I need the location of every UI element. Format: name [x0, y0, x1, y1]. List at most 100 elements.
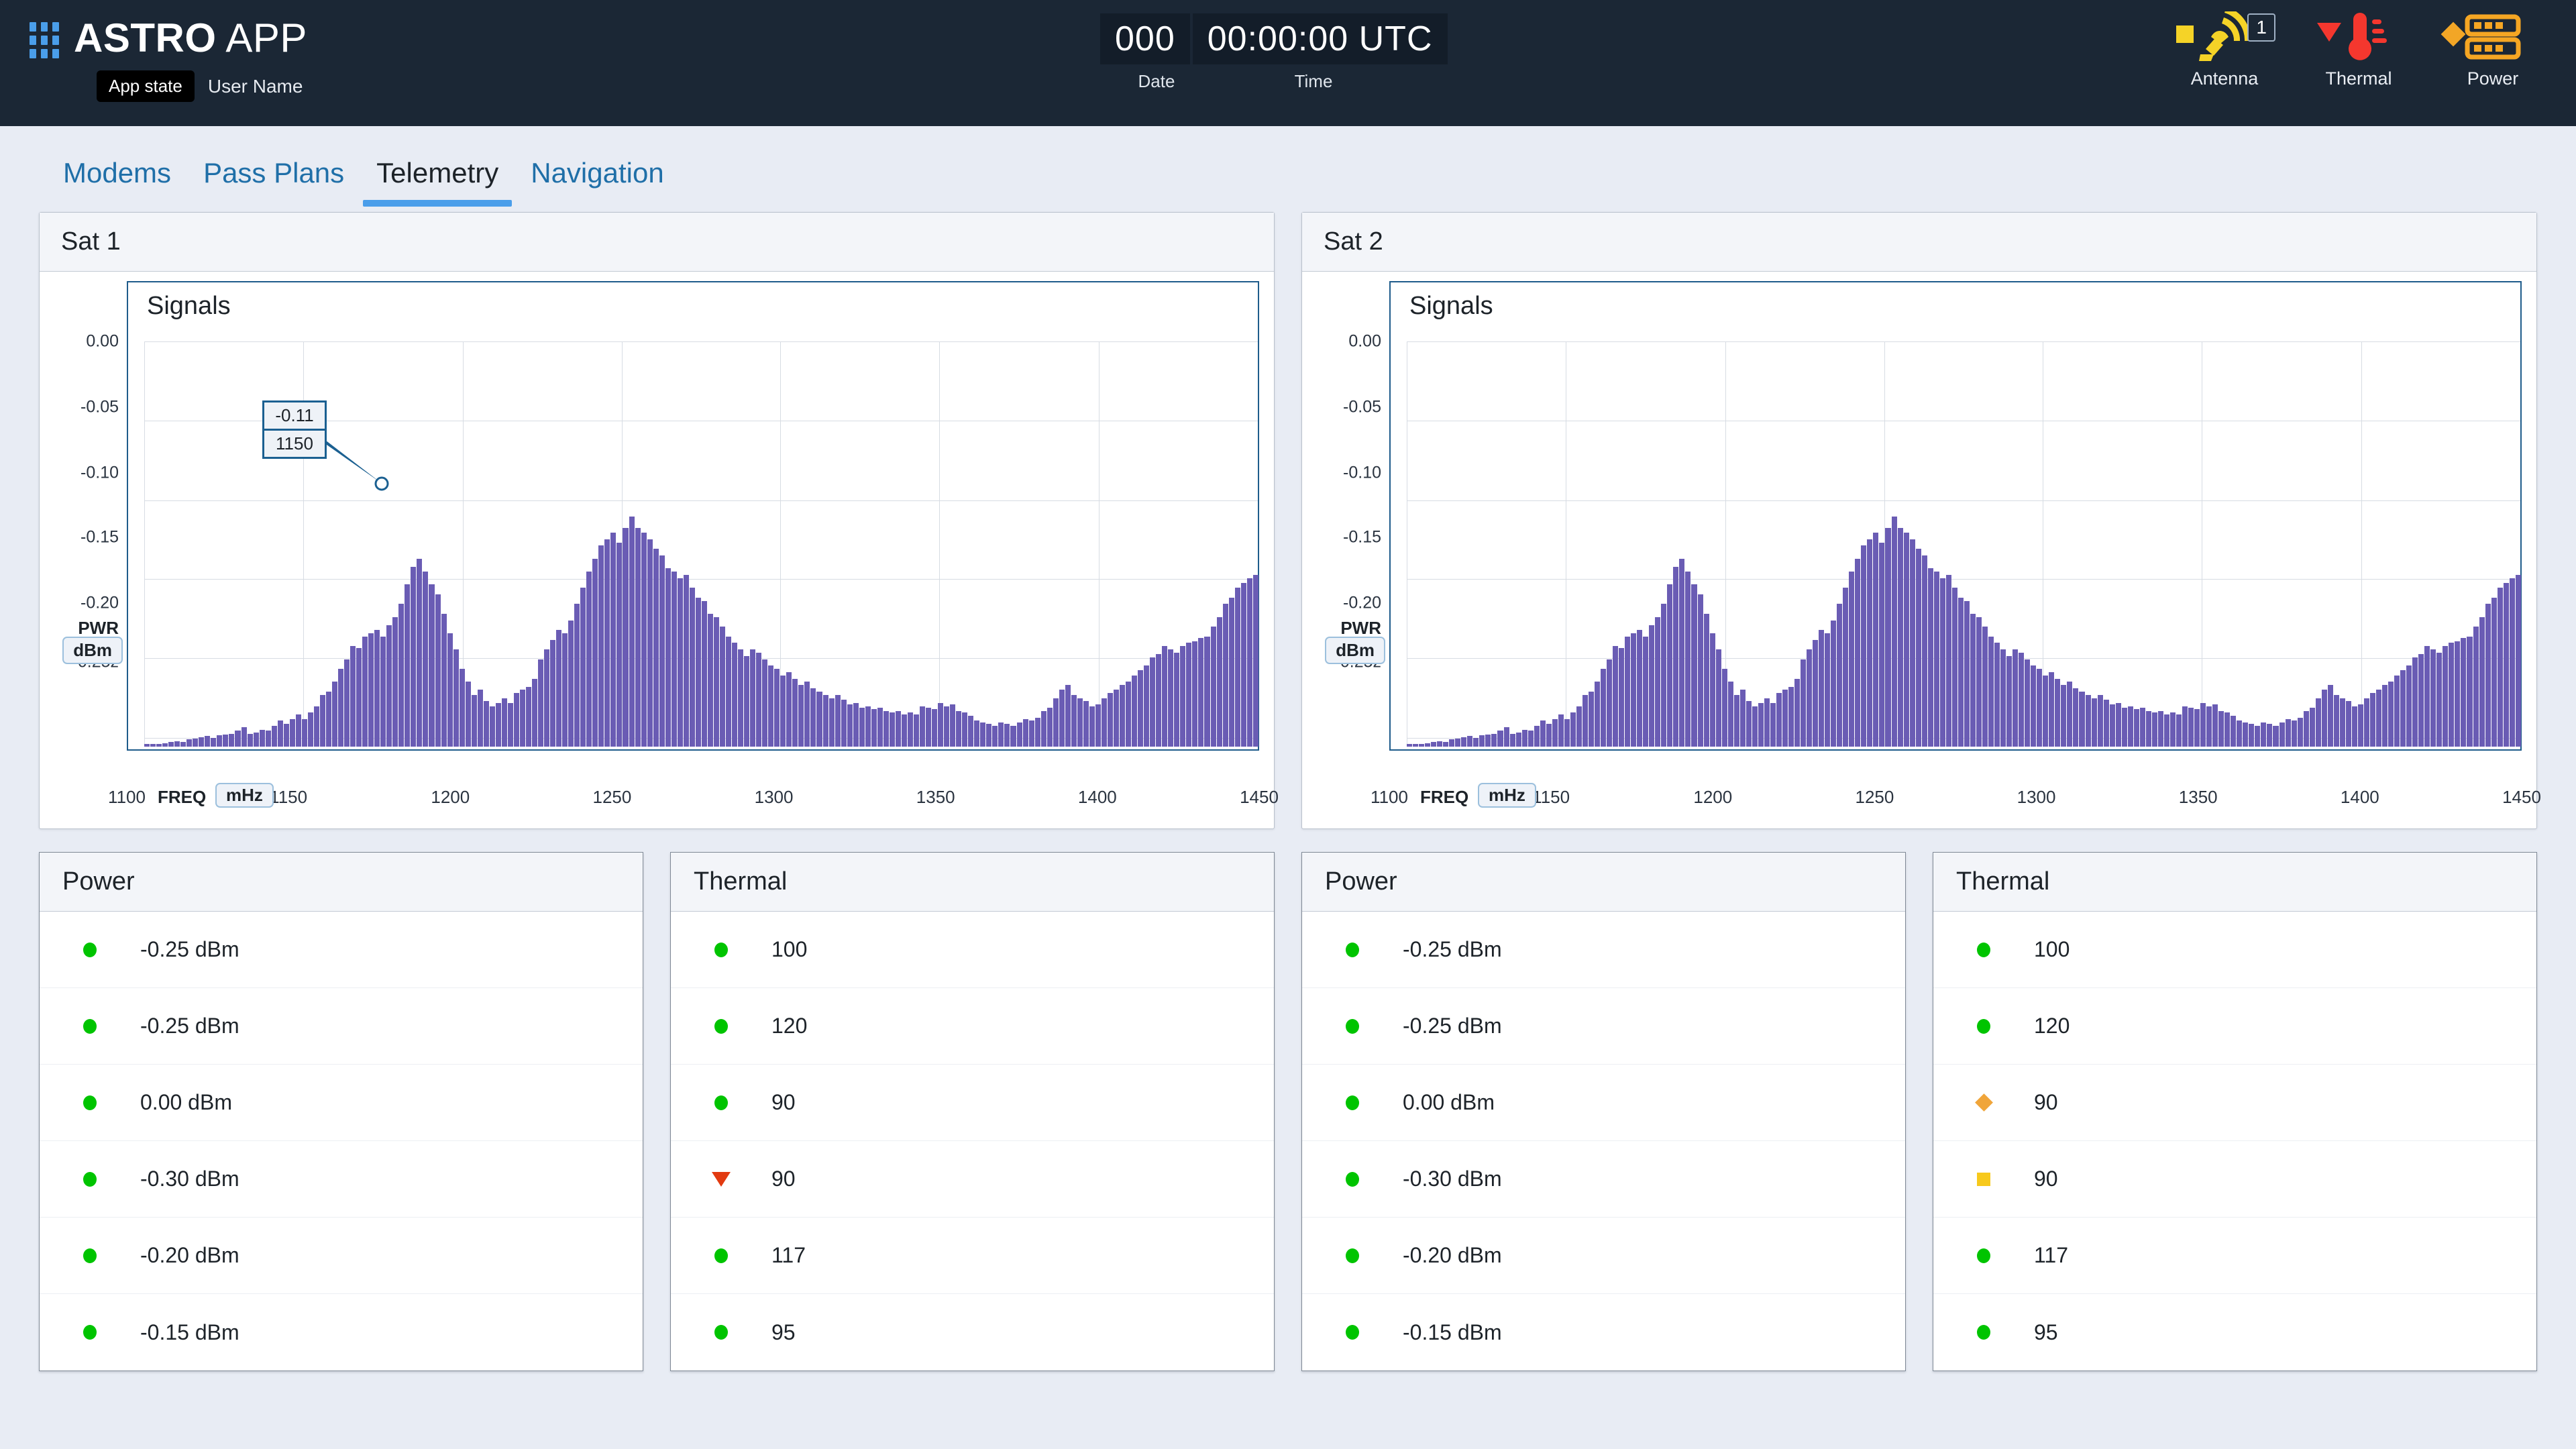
y-axis-tick: -0.15 — [80, 527, 119, 547]
spectrum-bar — [1733, 694, 1739, 747]
spectrum-bar — [1180, 646, 1186, 747]
spectrum-bar — [1437, 741, 1443, 747]
spectrum-bar — [2249, 724, 2255, 747]
chart-card-body: 0.00-0.05-0.10-0.15-0.20-0.25zPWRdBmSign… — [1302, 272, 2541, 822]
spectrum-bar — [1782, 690, 1788, 747]
spectrum-bar — [1939, 578, 1945, 747]
brand-row: ASTRO APP — [30, 15, 307, 61]
table-row[interactable]: -0.25 dBm — [40, 912, 643, 988]
spectrum-bar — [2061, 685, 2067, 747]
table-row[interactable]: 0.00 dBm — [40, 1065, 643, 1141]
spectrum-bar — [1138, 670, 1144, 747]
x-unit-button[interactable]: mHz — [1478, 783, 1536, 808]
app-state-chip: App state — [97, 70, 195, 102]
spectrum-bar — [744, 655, 750, 747]
spectrum-bar — [2218, 710, 2224, 747]
clock-labels: Date Time — [1100, 71, 1414, 92]
value-cell: -0.30 dBm — [140, 1167, 239, 1191]
value-cell: 95 — [2034, 1320, 2058, 1344]
spectrum-bar — [277, 720, 283, 747]
spectrum-bar — [1570, 712, 1576, 747]
y-unit-button[interactable]: dBm — [62, 637, 123, 664]
table-row[interactable]: -0.30 dBm — [40, 1141, 643, 1218]
spectrum-bar — [1673, 566, 1679, 747]
table-row[interactable]: -0.20 dBm — [1302, 1218, 1905, 1294]
spectrum-bar — [1794, 678, 1801, 747]
table-row[interactable]: -0.15 dBm — [1302, 1294, 1905, 1371]
table-row[interactable]: 90 — [1933, 1141, 2536, 1218]
table-row[interactable]: 120 — [1933, 988, 2536, 1065]
spectrum-bar — [2079, 691, 2085, 747]
table-row[interactable]: 90 — [671, 1141, 1274, 1218]
chart-card-title: Sat 1 — [40, 213, 1274, 272]
spectrum-bar — [2031, 665, 2037, 747]
spectrum-bar — [2194, 709, 2200, 747]
spectrum-bar — [1825, 633, 1831, 747]
spectrum-bar — [1046, 708, 1053, 747]
spectrum-bar — [677, 578, 683, 747]
spectrum-bar — [598, 545, 604, 747]
table-row[interactable]: 95 — [671, 1294, 1274, 1371]
user-name-label[interactable]: User Name — [208, 76, 303, 97]
app-launcher-grid-icon[interactable] — [30, 21, 59, 58]
y-axis-tick: -0.15 — [1343, 527, 1381, 547]
status-item-thermal[interactable]: Thermal — [2305, 11, 2412, 89]
table-row[interactable]: -0.25 dBm — [1302, 912, 1905, 988]
y-unit-button[interactable]: dBm — [1325, 637, 1385, 664]
table-row[interactable]: -0.15 dBm — [40, 1294, 643, 1371]
tab-pass-plans[interactable]: Pass Plans — [187, 157, 360, 207]
table-row[interactable]: 100 — [1933, 912, 2536, 988]
status-cell — [671, 1018, 771, 1034]
spectrum-bar — [750, 649, 756, 747]
status-item-antenna[interactable]: 1 Antenna — [2171, 6, 2278, 89]
spectrum-bar — [174, 741, 180, 747]
spectrum-bar — [1576, 706, 1582, 747]
plot-frame[interactable]: Signals — [1389, 281, 2522, 751]
x-unit-button[interactable]: mHz — [215, 783, 274, 808]
value-cell: -0.25 dBm — [1403, 937, 1502, 961]
status-item-power[interactable]: Power — [2439, 11, 2546, 89]
spectrum-bar — [544, 649, 550, 747]
spectrum-bar — [1198, 638, 1204, 747]
spectrum-bar — [2103, 699, 2109, 747]
spectrum-bar — [574, 604, 580, 747]
app-header: ASTRO APP App state User Name 000 00:00:… — [0, 0, 2576, 126]
spectrum-bar — [459, 669, 465, 747]
spectrum-bar — [538, 659, 544, 747]
alert-count-badge[interactable]: 1 — [2247, 13, 2275, 42]
plot-frame[interactable]: Signals -0.11 1150 — [127, 281, 1259, 751]
value-cell: -0.25 dBm — [140, 1014, 239, 1038]
grid-area — [1407, 341, 2521, 747]
spectrum-bar — [1521, 729, 1527, 747]
y-axis-tick: 0.00 — [86, 331, 119, 351]
antenna-icon — [2194, 6, 2255, 66]
table-row[interactable]: 117 — [1933, 1218, 2536, 1294]
table-row[interactable]: -0.30 dBm — [1302, 1141, 1905, 1218]
table-row[interactable]: -0.20 dBm — [40, 1218, 643, 1294]
spectrum-bar — [659, 555, 665, 747]
spectrum-bar — [2115, 702, 2121, 747]
value-cell: 120 — [2034, 1014, 2070, 1038]
table-row[interactable]: -0.25 dBm — [40, 988, 643, 1065]
table-row[interactable]: 90 — [671, 1065, 1274, 1141]
spectrum-bar — [1649, 625, 1655, 747]
table-row[interactable]: 95 — [1933, 1294, 2536, 1371]
table-row[interactable]: 90 — [1933, 1065, 2536, 1141]
spectrum-bar — [2327, 685, 2333, 747]
spectrum-bar — [629, 516, 635, 747]
status-circle-icon — [714, 1325, 728, 1340]
tab-navigation[interactable]: Navigation — [515, 157, 680, 207]
spectrum-bar — [1837, 604, 1843, 747]
spectrum-bar — [386, 625, 392, 747]
spectrum-bar — [2473, 627, 2479, 747]
tab-modems[interactable]: Modems — [47, 157, 187, 207]
spectrum-bar — [2188, 708, 2194, 747]
tab-telemetry[interactable]: Telemetry — [360, 157, 515, 207]
table-row[interactable]: 100 — [671, 912, 1274, 988]
table-row[interactable]: 117 — [671, 1218, 1274, 1294]
table-row[interactable]: 120 — [671, 988, 1274, 1065]
table-row[interactable]: 0.00 dBm — [1302, 1065, 1905, 1141]
spectrum-bar — [1174, 652, 1180, 747]
spectrum-bar — [1558, 714, 1564, 747]
table-row[interactable]: -0.25 dBm — [1302, 988, 1905, 1065]
